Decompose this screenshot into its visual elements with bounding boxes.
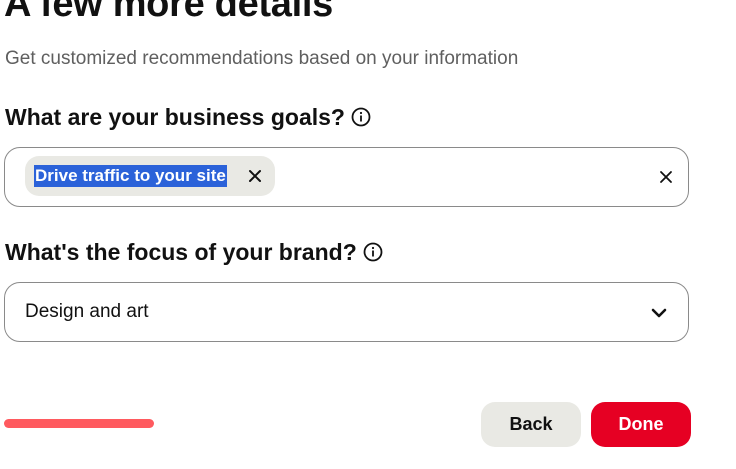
chevron-down-icon[interactable] [650, 305, 668, 321]
goal-chip[interactable]: Drive traffic to your site [25, 156, 275, 196]
business-goals-label: What are your business goals? [5, 104, 345, 130]
progress-bar [4, 419, 154, 428]
page-title: A few more details [4, 0, 333, 25]
brand-focus-heading: What's the focus of your brand? [5, 237, 383, 267]
business-goals-multiselect[interactable]: Drive traffic to your site [4, 147, 689, 207]
info-icon[interactable] [363, 242, 383, 262]
close-icon[interactable] [247, 168, 263, 184]
brand-focus-select[interactable]: Design and art [4, 282, 689, 342]
business-goals-heading: What are your business goals? [5, 102, 371, 132]
back-button[interactable]: Back [481, 402, 581, 447]
onboarding-details-page: A few more details Get customized recomm… [0, 0, 736, 469]
close-icon[interactable] [658, 169, 674, 185]
info-icon[interactable] [351, 107, 371, 127]
brand-focus-value: Design and art [25, 301, 149, 322]
brand-focus-label: What's the focus of your brand? [5, 239, 357, 265]
page-subtitle: Get customized recommendations based on … [5, 48, 519, 69]
done-button[interactable]: Done [591, 402, 691, 447]
goal-chip-label: Drive traffic to your site [34, 165, 227, 187]
